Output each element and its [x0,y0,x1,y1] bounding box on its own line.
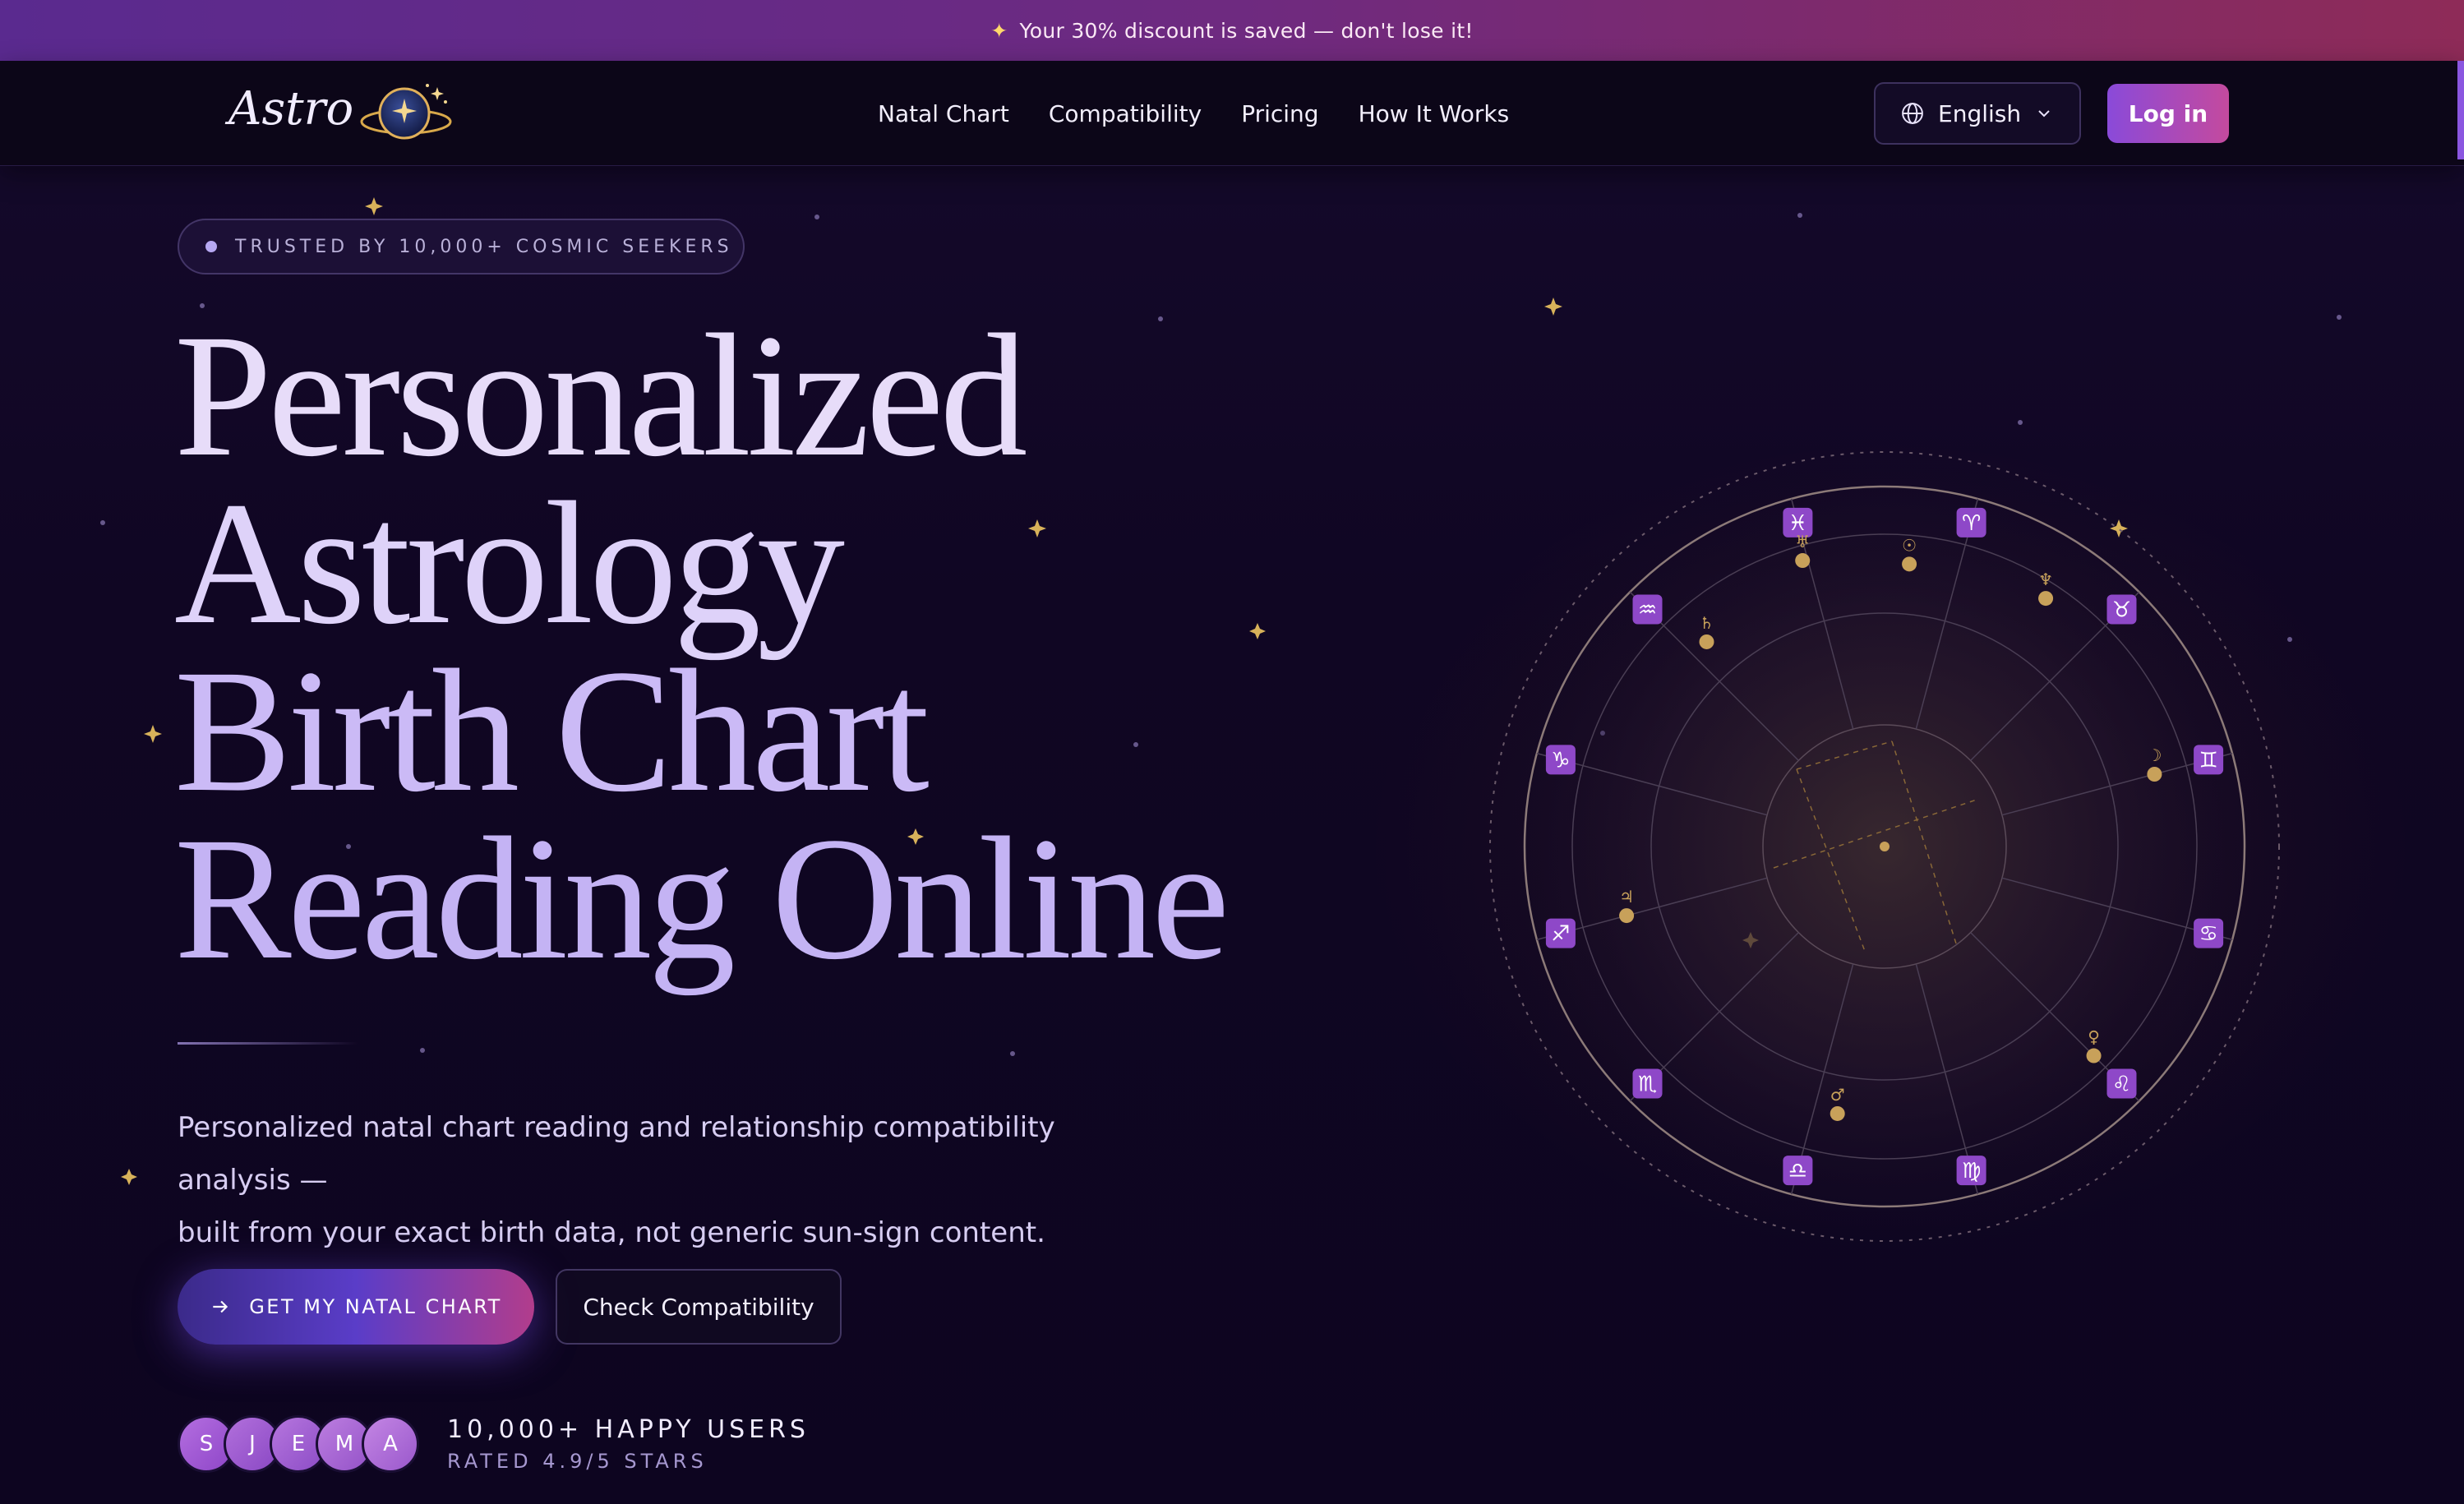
promo-text: Your 30% discount is saved — don't lose … [1019,18,1474,43]
trust-badge: TRUSTED BY 10,000+ COSMIC SEEKERS [178,219,745,275]
subtitle-line-1: Personalized natal chart reading and rel… [178,1111,1055,1197]
hero-subtitle: Personalized natal chart reading and rel… [178,1101,1164,1259]
virgo-sign-icon: ♍ [1956,1156,1986,1186]
headline-line-1: Personalized [174,298,1027,493]
nav-pricing[interactable]: Pricing [1241,100,1318,127]
top-navigation: Astro Natal Chart Compatibility Pricing … [0,61,2464,166]
svg-text:♐: ♐ [1551,922,1570,947]
logo[interactable]: Astro [228,67,467,159]
svg-text:☽: ☽ [2147,745,2162,765]
svg-text:♉: ♉ [2112,598,2131,623]
subtitle-line-2: built from your exact birth data, not ge… [178,1216,1045,1249]
svg-text:♒: ♒ [1638,598,1657,623]
cta-primary-label: GET MY NATAL CHART [249,1295,502,1318]
moon-orb-icon [360,84,452,140]
svg-text:♌: ♌ [2112,1072,2131,1096]
cancer-sign-icon: ♋ [2194,918,2224,948]
headline-line-4: Reading Online [174,801,1230,996]
chevron-down-icon [2038,110,2050,118]
mars-planet-icon: ♂ [1830,1085,1845,1121]
scrollbar-thumb[interactable] [2457,61,2464,159]
neptune-planet-icon: ♆ [2038,570,2054,607]
rating-text: RATED 4.9/5 STARS [447,1450,708,1473]
gemini-sign-icon: ♊ [2194,745,2224,775]
trust-badge-text: TRUSTED BY 10,000+ COSMIC SEEKERS [235,236,733,257]
libra-sign-icon: ♎ [1783,1156,1813,1186]
saturn-planet-icon: ♄ [1699,613,1714,649]
leo-sign-icon: ♌ [2106,1068,2137,1099]
svg-text:♆: ♆ [2038,570,2053,589]
nav-how-it-works[interactable]: How It Works [1359,100,1510,127]
aries-sign-icon: ♈ [1956,507,1986,537]
divider [178,1042,358,1045]
sagittarius-sign-icon: ♐ [1545,918,1576,948]
avatar: A [362,1415,419,1473]
nav-natal-chart[interactable]: Natal Chart [878,100,1009,127]
jupiter-planet-icon: ♃ [1619,887,1635,924]
scorpio-sign-icon: ♏ [1632,1068,1663,1099]
globe-icon [1902,103,1923,124]
get-natal-chart-button[interactable]: GET MY NATAL CHART [178,1269,534,1345]
nav-links: Natal Chart Compatibility Pricing How It… [878,61,1509,166]
hero-headline: Personalized Astrology Birth Chart Readi… [174,298,1407,996]
login-button[interactable]: Log in [2107,84,2229,143]
zodiac-wheel: ♈♉♊♋♌♍♎♏♐♑♒♓ ☉♆☽♀♂♃♄♅ [1489,451,2280,1242]
svg-text:♄: ♄ [1700,613,1714,633]
promo-banner[interactable]: ✦ Your 30% discount is saved — don't los… [0,0,2464,61]
check-compatibility-button[interactable]: Check Compatibility [556,1269,842,1345]
svg-text:♍: ♍ [1962,1159,1981,1183]
svg-text:♅: ♅ [1795,532,1810,551]
venus-planet-icon: ♀ [2086,1027,2102,1063]
capricorn-sign-icon: ♑ [1545,745,1576,775]
taurus-sign-icon: ♉ [2106,594,2137,625]
svg-text:♋: ♋ [2199,922,2217,947]
sparkles-icon: ✦ [990,18,1008,43]
svg-text:☉: ☉ [1902,535,1917,555]
badge-dot [205,241,217,252]
svg-text:♑: ♑ [1551,748,1570,773]
moon-planet-icon: ☽ [2147,745,2162,782]
avatar-stack: S J E M A [178,1415,424,1473]
svg-text:♊: ♊ [2199,748,2217,773]
svg-text:♀: ♀ [2088,1027,2100,1047]
svg-text:♂: ♂ [1830,1085,1845,1105]
svg-text:♈: ♈ [1962,511,1981,536]
nav-compatibility[interactable]: Compatibility [1049,100,1202,127]
language-selector[interactable]: English [1874,82,2081,145]
svg-text:♏: ♏ [1638,1072,1657,1096]
svg-text:♎: ♎ [1788,1159,1807,1183]
arrow-right-icon [213,1300,228,1313]
happy-users-title: 10,000+ HAPPY USERS [447,1415,810,1444]
sun-planet-icon: ☉ [1902,535,1917,572]
headline-line-2: Astrology [174,466,845,661]
uranus-planet-icon: ♅ [1795,532,1811,569]
headline-line-3: Birth Chart [174,634,930,828]
aquarius-sign-icon: ♒ [1632,594,1663,625]
logo-text: Astro [228,82,354,136]
language-label: English [1938,99,2022,127]
wheel-center [1880,842,1890,851]
svg-text:♃: ♃ [1619,887,1634,907]
